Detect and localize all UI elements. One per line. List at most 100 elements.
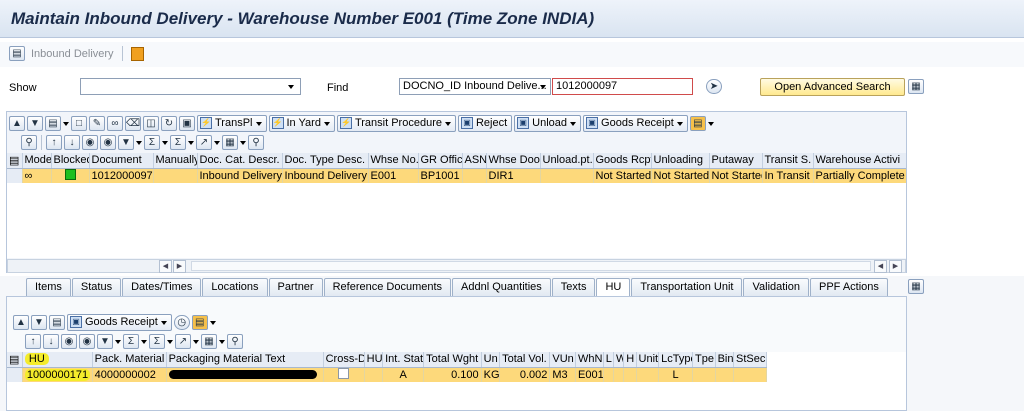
subtotal-icon[interactable]: Σ: [170, 134, 186, 150]
edit-pencil-icon[interactable]: ✎: [89, 115, 105, 131]
new-document-icon[interactable]: □: [71, 115, 87, 131]
scrollbar-thumb[interactable]: [191, 261, 871, 271]
open-advanced-search-button[interactable]: Open Advanced Search: [760, 78, 905, 96]
column-header[interactable]: Pack. Material: [92, 352, 167, 368]
column-header[interactable]: Whse No.: [368, 153, 419, 169]
column-header[interactable]: Bin: [715, 352, 735, 368]
details-icon[interactable]: ▤: [45, 115, 61, 131]
column-header[interactable]: HU: [22, 352, 93, 368]
folder-icon[interactable]: ◫: [143, 115, 159, 131]
find-binoculars-icon[interactable]: ◉: [61, 333, 77, 349]
move-down-icon[interactable]: ▼: [27, 115, 43, 131]
column-header[interactable]: Warehouse Activi: [813, 153, 906, 169]
column-header[interactable]: HU: [364, 352, 384, 368]
chevron-down-icon[interactable]: [240, 139, 246, 145]
tab-dates-times[interactable]: Dates/Times: [122, 278, 202, 296]
column-header[interactable]: Total Vol.: [499, 352, 551, 368]
column-header[interactable]: Putaway: [709, 153, 763, 169]
horizontal-scrollbar[interactable]: ◀ ▶ ◀ ▶: [7, 259, 906, 273]
sort-ascending-icon[interactable]: ↑: [46, 134, 62, 150]
checkbox[interactable]: [338, 367, 350, 379]
chevron-down-icon[interactable]: [167, 338, 173, 344]
row-selector[interactable]: [7, 168, 23, 183]
print-icon[interactable]: ▤: [689, 115, 706, 131]
column-header[interactable]: Manually: [153, 153, 198, 169]
transpl-button[interactable]: ⚡ TransPl: [197, 114, 267, 132]
tab-reference-documents[interactable]: Reference Documents: [323, 278, 452, 296]
table-row[interactable]: ∞ 1012000097 Inbound Delivery Inbound De…: [7, 168, 906, 183]
execute-search-icon[interactable]: ➤: [706, 79, 722, 94]
unload-button[interactable]: ▣ Unload: [514, 114, 582, 132]
move-down-icon[interactable]: ▼: [31, 314, 47, 330]
column-header[interactable]: Whse Door: [486, 153, 541, 169]
column-header[interactable]: LcType: [658, 352, 693, 368]
move-up-icon[interactable]: ▲: [9, 115, 25, 131]
show-select[interactable]: [80, 78, 301, 95]
view-magnifier-icon[interactable]: ⚲: [227, 333, 243, 349]
details-magnifier-icon[interactable]: ⚲: [21, 134, 37, 150]
column-header[interactable]: Goods Rcpt: [593, 153, 652, 169]
display-change-icon[interactable]: [130, 46, 144, 61]
column-header[interactable]: Total Wght: [423, 352, 482, 368]
delete-trash-icon[interactable]: ⌫: [125, 115, 141, 131]
tab-ppf-actions[interactable]: PPF Actions: [809, 278, 888, 296]
column-header[interactable]: StSec: [733, 352, 767, 368]
column-header[interactable]: W: [613, 352, 625, 368]
column-header[interactable]: Unload.pt.: [540, 153, 594, 169]
print-icon[interactable]: ▤: [191, 314, 208, 330]
goods-receipt-button[interactable]: ▣ Goods Receipt: [583, 114, 688, 132]
column-header[interactable]: L: [603, 352, 614, 368]
column-header[interactable]: Blocked: [51, 153, 90, 169]
tab-items[interactable]: Items: [26, 278, 71, 296]
column-header[interactable]: Packaging Material Text: [166, 352, 324, 368]
select-all-icon[interactable]: ▤: [7, 352, 23, 368]
view-magnifier-icon[interactable]: ⚲: [248, 134, 264, 150]
chevron-down-icon[interactable]: [115, 338, 121, 344]
details-icon[interactable]: ▤: [49, 314, 65, 330]
chevron-down-icon[interactable]: [136, 139, 142, 145]
column-header[interactable]: Unloading: [651, 153, 710, 169]
column-header[interactable]: ASN: [462, 153, 487, 169]
find-field-select[interactable]: DOCNO_ID Inbound Delive...: [399, 78, 551, 95]
cross-dock-cell[interactable]: [323, 367, 365, 382]
column-header[interactable]: GR Office: [418, 153, 463, 169]
select-all-icon[interactable]: ▤: [7, 153, 23, 169]
filter-icon[interactable]: ▼: [118, 134, 134, 150]
sum-icon[interactable]: Σ: [144, 134, 160, 150]
column-header[interactable]: Transit S.: [762, 153, 814, 169]
column-header[interactable]: Mode: [22, 153, 52, 169]
layout-icon[interactable]: ▦: [908, 279, 924, 294]
sort-ascending-icon[interactable]: ↑: [25, 333, 41, 349]
tab-hu[interactable]: HU: [596, 278, 631, 297]
column-header[interactable]: Doc. Cat. Descr.: [197, 153, 283, 169]
display-glasses-icon[interactable]: ∞: [107, 115, 123, 131]
hu-goods-receipt-button[interactable]: ▣ Goods Receipt: [67, 313, 172, 331]
hu-cell[interactable]: 1000000171: [22, 367, 93, 382]
sort-descending-icon[interactable]: ↓: [43, 333, 59, 349]
tab-validation[interactable]: Validation: [743, 278, 809, 296]
scroll-left-icon[interactable]: ◀: [874, 260, 887, 273]
chevron-down-icon[interactable]: [193, 338, 199, 344]
export-icon[interactable]: ↗: [196, 134, 212, 150]
scroll-left-icon[interactable]: ◀: [159, 260, 172, 273]
export-icon[interactable]: ↗: [175, 333, 191, 349]
column-header[interactable]: Document: [89, 153, 154, 169]
filter-icon[interactable]: ▼: [97, 333, 113, 349]
chevron-down-icon[interactable]: [188, 139, 194, 145]
chevron-down-icon[interactable]: [209, 319, 216, 325]
tab-transportation-unit[interactable]: Transportation Unit: [631, 278, 743, 296]
document-cell[interactable]: 1012000097: [89, 168, 154, 183]
find-value-input[interactable]: 1012000097: [552, 78, 693, 95]
find-binoculars-icon[interactable]: ◉: [82, 134, 98, 150]
tab-status[interactable]: Status: [71, 278, 122, 296]
tab-texts[interactable]: Texts: [551, 278, 596, 296]
tab-addnl-quantities[interactable]: Addnl Quantities: [452, 278, 551, 296]
save-icon[interactable]: ▣: [179, 115, 195, 131]
chevron-down-icon[interactable]: [214, 139, 220, 145]
in-yard-button[interactable]: ⚡ In Yard: [268, 114, 335, 132]
clock-icon[interactable]: ◷: [173, 314, 190, 330]
column-header[interactable]: Int. Stat.: [382, 352, 425, 368]
sort-descending-icon[interactable]: ↓: [64, 134, 80, 150]
find-next-icon[interactable]: ◉: [79, 333, 95, 349]
move-up-icon[interactable]: ▲: [13, 314, 29, 330]
